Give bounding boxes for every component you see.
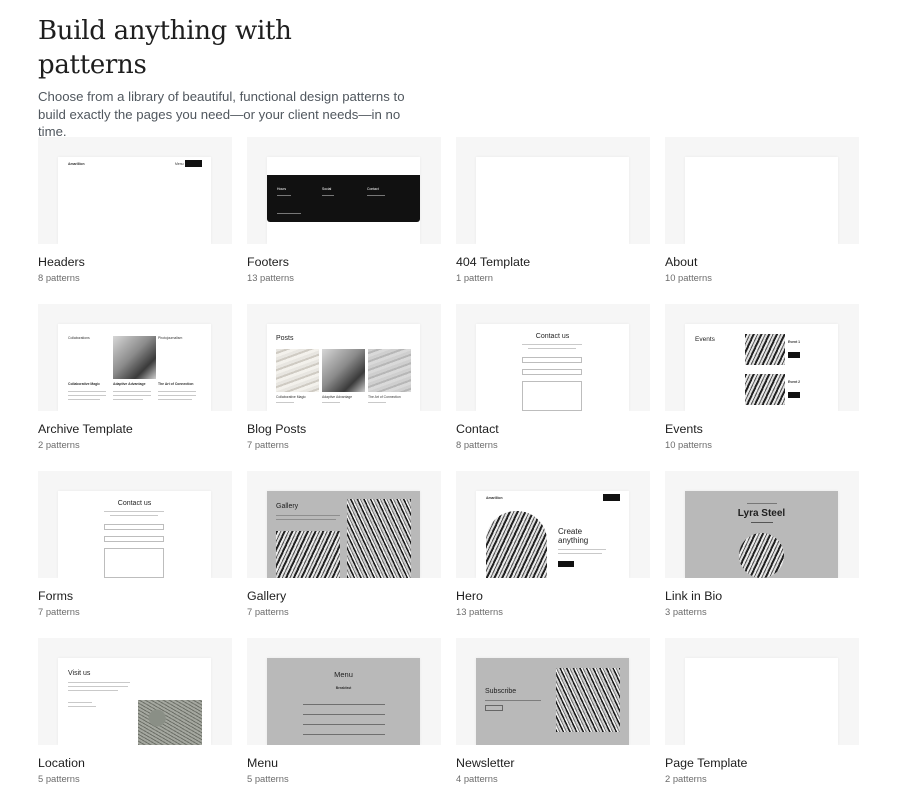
category-card-link-in-bio[interactable]: Lyra Steel Link in Bio 3 patterns	[665, 471, 859, 638]
preview-heading: Gallery	[276, 503, 299, 510]
category-title: Contact	[456, 422, 499, 436]
blog-image-3	[368, 349, 411, 392]
preview-heading: Contact us	[117, 500, 152, 507]
forms-preview: Contact us	[38, 471, 232, 578]
preview-heading: Create anything	[558, 527, 589, 545]
link-in-bio-preview: Lyra Steel	[665, 471, 859, 578]
preview-heading: Menu	[334, 670, 353, 679]
category-title: Hero	[456, 589, 483, 603]
category-card-hero[interactable]: Amarillion Create anything Hero 13 patte…	[456, 471, 650, 638]
category-count: 8 patterns	[38, 272, 80, 283]
category-card-blog-posts[interactable]: Posts Collaborative Magic Adaptive Advan…	[247, 304, 441, 471]
category-count: 8 patterns	[456, 439, 498, 450]
blank-preview	[665, 638, 859, 745]
category-count: 13 patterns	[247, 272, 294, 283]
preview-heading: Subscribe	[485, 688, 517, 695]
page-description: Choose from a library of beautiful, func…	[38, 89, 405, 139]
category-card-gallery[interactable]: Gallery Gallery 7 patterns	[247, 471, 441, 638]
preview-button	[185, 160, 202, 167]
menu-preview: Menu Breakfast	[247, 638, 441, 745]
footer-block: Hours Social Contact	[267, 175, 420, 222]
category-title: Archive Template	[38, 422, 133, 436]
category-card-headers[interactable]: Amarillion Menu Headers 8 patterns	[38, 137, 232, 304]
category-count: 7 patterns	[247, 439, 289, 450]
category-card-about[interactable]: About 10 patterns	[665, 137, 859, 304]
location-preview: Visit us	[38, 638, 232, 745]
category-title: Page Template	[665, 756, 748, 770]
archive-image	[113, 336, 156, 379]
hero-preview: Amarillion Create anything	[456, 471, 650, 578]
category-card-footers[interactable]: Hours Social Contact Footers 13 patterns	[247, 137, 441, 304]
category-title: Location	[38, 756, 85, 770]
newsletter-image	[556, 668, 620, 732]
preview-heading: Visit us	[68, 670, 91, 677]
archive-preview: Collaborations Photojournalism Collabora…	[38, 304, 232, 411]
gallery-preview: Gallery	[247, 471, 441, 578]
category-title: 404 Template	[456, 255, 531, 269]
category-card-404-template[interactable]: 404 Template 1 pattern	[456, 137, 650, 304]
blog-image-2	[322, 349, 365, 392]
preview-site-name: Amarillion	[68, 162, 85, 166]
preview-heading: Events	[695, 336, 715, 343]
hero-image	[486, 511, 547, 578]
contact-preview: Contact us	[456, 304, 650, 411]
category-card-contact[interactable]: Contact us Contact 8 patterns	[456, 304, 650, 471]
newsletter-preview: Subscribe	[456, 638, 650, 745]
intro-section: Build anything with patterns Choose from…	[38, 14, 408, 141]
category-title: Footers	[247, 255, 290, 269]
category-count: 7 patterns	[38, 606, 80, 617]
preview-name: Lyra Steel	[737, 508, 786, 519]
blog-image-1	[276, 349, 319, 392]
events-preview: Events Event 1 Event 2	[665, 304, 859, 411]
category-count: 10 patterns	[665, 272, 712, 283]
profile-image	[739, 533, 784, 578]
category-count: 2 patterns	[38, 439, 80, 450]
category-count: 7 patterns	[247, 606, 289, 617]
preview-nav: Menu	[175, 162, 184, 166]
footers-preview: Hours Social Contact	[247, 137, 441, 244]
category-title: Link in Bio	[665, 589, 723, 603]
category-title: Menu	[247, 756, 278, 770]
category-card-forms[interactable]: Contact us Forms 7 patterns	[38, 471, 232, 638]
category-count: 13 patterns	[456, 606, 503, 617]
category-card-menu[interactable]: Menu Breakfast Menu 5 patterns	[247, 638, 441, 800]
category-title: About	[665, 255, 698, 269]
pattern-category-grid: Amarillion Menu Headers 8 patterns Hours…	[38, 137, 859, 800]
event-image-2	[745, 374, 785, 405]
category-title: Newsletter	[456, 756, 515, 770]
category-card-events[interactable]: Events Event 1 Event 2 Events 10 pattern…	[665, 304, 859, 471]
event-image-1	[745, 334, 785, 365]
blank-preview	[456, 137, 650, 244]
map-image	[138, 700, 202, 745]
category-title: Headers	[38, 255, 85, 269]
category-card-archive-template[interactable]: Collaborations Photojournalism Collabora…	[38, 304, 232, 471]
category-card-location[interactable]: Visit us Location 5 patterns	[38, 638, 232, 800]
category-count: 1 pattern	[456, 272, 494, 283]
category-count: 10 patterns	[665, 439, 712, 450]
category-title: Gallery	[247, 589, 287, 603]
category-count: 5 patterns	[247, 773, 289, 784]
preview-heading: Contact us	[535, 333, 570, 340]
category-card-newsletter[interactable]: Subscribe Newsletter 4 patterns	[456, 638, 650, 800]
category-count: 4 patterns	[456, 773, 498, 784]
category-count: 5 patterns	[38, 773, 80, 784]
category-title: Forms	[38, 589, 74, 603]
preview-heading: Posts	[276, 335, 294, 342]
headers-preview: Amarillion Menu	[38, 137, 232, 244]
page-title: Build anything with patterns	[38, 16, 292, 80]
blank-preview	[665, 137, 859, 244]
gallery-image-2	[276, 531, 340, 578]
category-card-page-template[interactable]: Page Template 2 patterns	[665, 638, 859, 800]
category-count: 2 patterns	[665, 773, 707, 784]
blog-preview: Posts Collaborative Magic Adaptive Advan…	[247, 304, 441, 411]
category-title: Events	[665, 422, 703, 436]
category-count: 3 patterns	[665, 606, 707, 617]
category-title: Blog Posts	[247, 422, 307, 436]
gallery-image-1	[347, 499, 411, 578]
